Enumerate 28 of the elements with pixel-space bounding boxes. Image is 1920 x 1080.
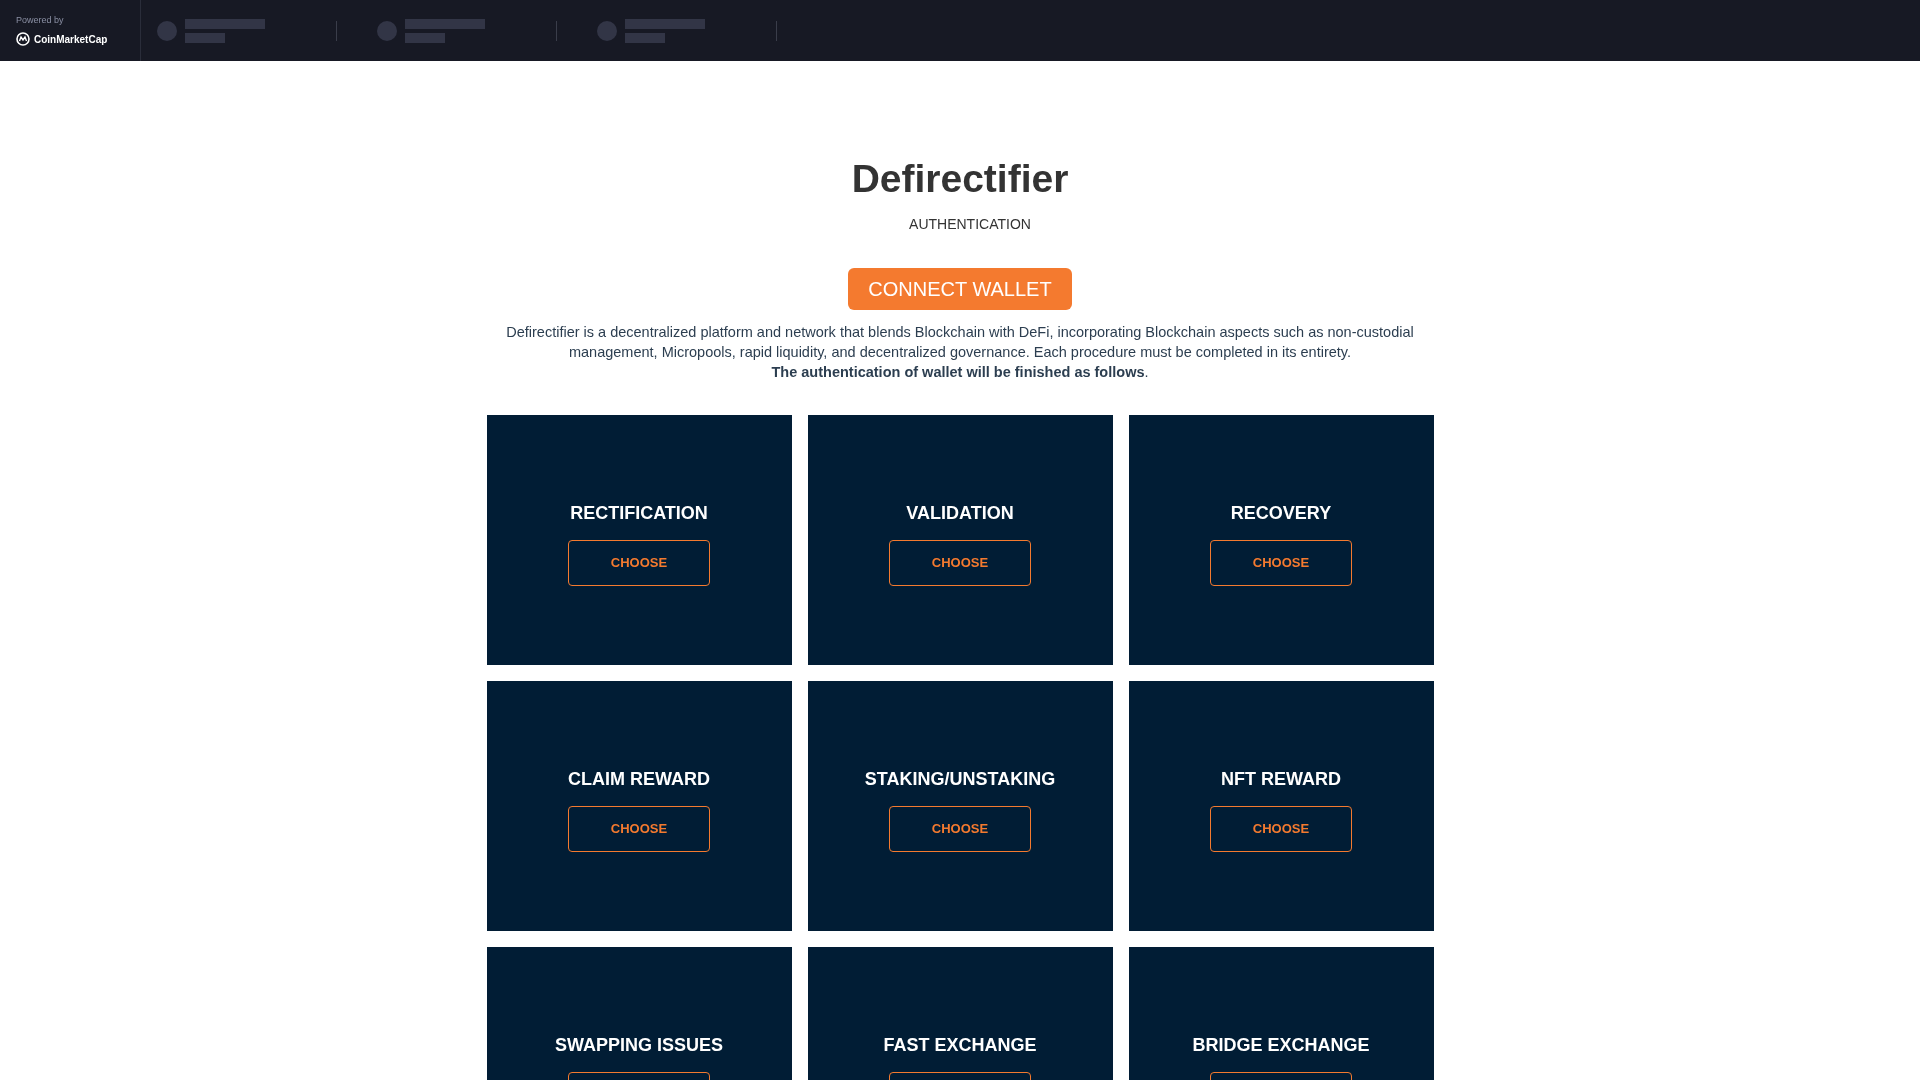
choose-button[interactable]: CHOOSE <box>889 806 1031 852</box>
choose-button[interactable]: CHOOSE <box>568 806 710 852</box>
price-placeholder <box>185 32 225 43</box>
coin-placeholder-icon <box>157 20 177 41</box>
card-title: NFT REWARD <box>1221 768 1341 791</box>
intro-paragraph: Defirectifier is a decentralized platform and network that blends Blockchain with DeFi, incorporating Blockchain aspects such as non-custodial management, Micropools, rapid liquidity, and decentralized governance. Each procedure must be completed in its entirety. <box>505 323 1415 362</box>
page-subtitle: AUTHENTICATION <box>909 215 1031 234</box>
card-title: STAKING/UNSTAKING <box>864 768 1056 791</box>
choose-button[interactable]: CHOOSE <box>568 540 710 586</box>
card-title: SWAPPING ISSUES <box>554 1034 723 1057</box>
card-title: VALIDATION <box>906 502 1014 525</box>
coin-placeholder-icon <box>377 20 397 41</box>
choose-button[interactable]: CHOOSE <box>1210 540 1352 586</box>
price-placeholder <box>405 32 445 43</box>
page-title: Defirectifier <box>851 159 1069 198</box>
brand-name: CoinMarketCap <box>34 32 108 47</box>
card-title: CLAIM REWARD <box>568 768 710 791</box>
choose-button[interactable]: CHOOSE <box>889 540 1031 586</box>
powered-by-label: Powered by <box>16 14 65 28</box>
card-title: RECOVERY <box>1230 502 1332 525</box>
intro-note: The authentication of wallet will be finished as follows. <box>771 363 1149 382</box>
choose-button[interactable]: CHOOSE <box>1210 806 1352 852</box>
brand-logo-icon <box>16 32 30 47</box>
card-title: BRIDGE EXCHANGE <box>1192 1034 1370 1057</box>
price-placeholder <box>625 32 665 43</box>
card-title: FAST EXCHANGE <box>883 1034 1037 1057</box>
card-title: RECTIFICATION <box>570 502 708 525</box>
coin-placeholder-icon <box>597 20 617 41</box>
